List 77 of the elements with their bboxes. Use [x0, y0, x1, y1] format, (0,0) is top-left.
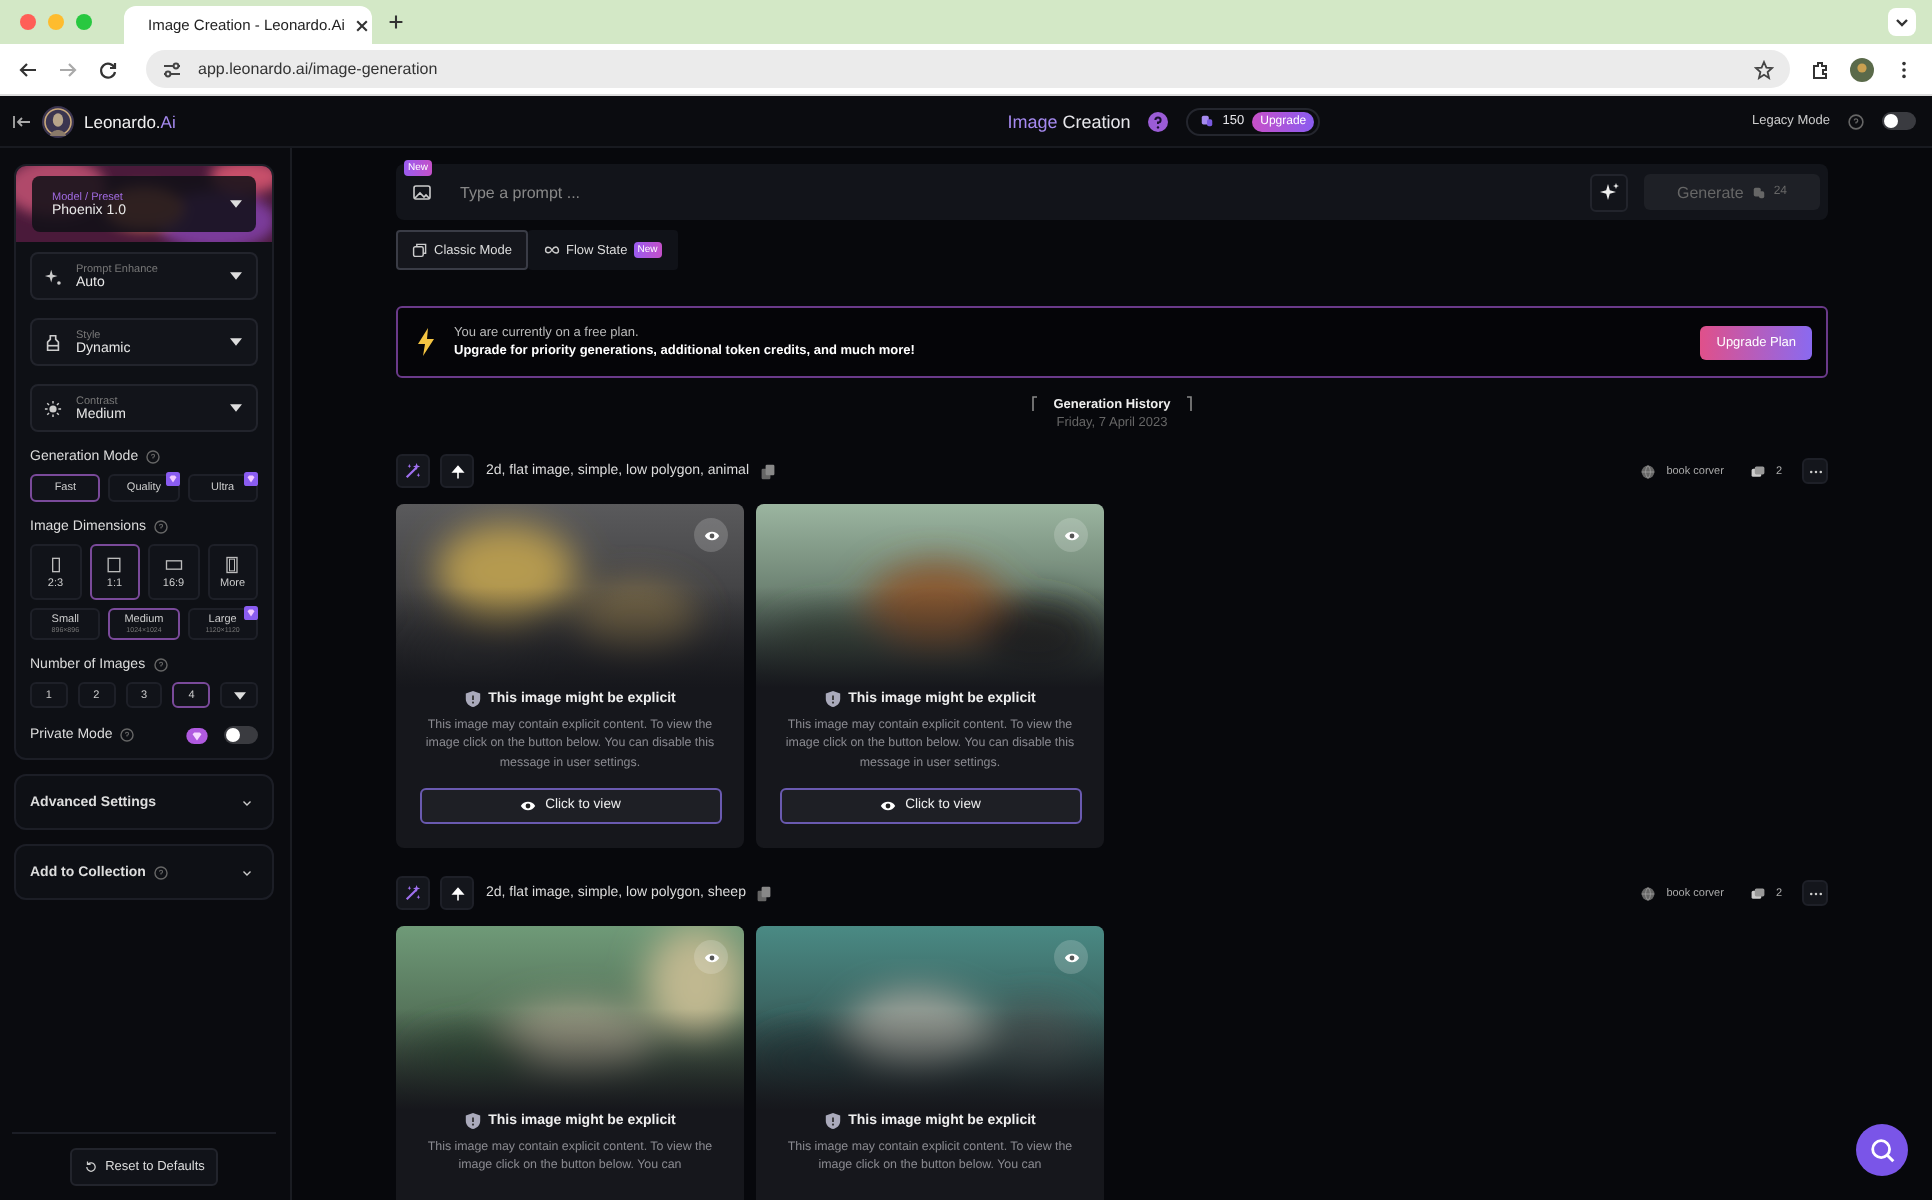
caret-icon [230, 404, 242, 412]
private-mode-toggle[interactable] [224, 726, 258, 744]
arrow-up-icon [449, 463, 465, 479]
reload-icon[interactable] [98, 59, 118, 79]
bracket-icon [1029, 396, 1038, 412]
eye-icon [703, 949, 719, 965]
sun-icon [44, 399, 62, 417]
help-icon[interactable] [1848, 113, 1864, 129]
help-icon[interactable] [153, 865, 168, 879]
layers-icon [412, 242, 428, 258]
view-image-button[interactable] [1054, 940, 1088, 974]
eye-icon [703, 527, 719, 543]
upscale-button[interactable] [440, 454, 474, 488]
legacy-mode-toggle[interactable] [1882, 112, 1916, 130]
more-counts-button[interactable] [220, 682, 258, 708]
prompt-enhance-button[interactable] [1590, 173, 1628, 211]
profile-avatar[interactable] [1850, 57, 1874, 81]
frame-icon [104, 555, 125, 573]
copy-icon[interactable] [755, 885, 772, 901]
copy-icon[interactable] [759, 463, 776, 479]
sparkle-icon [44, 267, 62, 285]
eye-icon [879, 797, 896, 814]
search-icon [1867, 1135, 1897, 1165]
remix-button[interactable] [396, 454, 430, 488]
search-button[interactable] [1856, 1124, 1908, 1176]
caret-icon [230, 200, 242, 208]
frame-icon [163, 555, 184, 573]
shield-icon [824, 690, 843, 708]
brand-name: Leonardo.Ai [84, 111, 176, 131]
eye-icon [519, 797, 536, 814]
help-icon[interactable] [146, 450, 161, 464]
caret-icon [230, 272, 242, 280]
help-icon[interactable] [153, 520, 168, 534]
infinity-icon [544, 242, 561, 258]
frame-icon [222, 555, 243, 573]
help-icon[interactable] [120, 728, 135, 742]
shield-icon [824, 1112, 843, 1130]
address-bar[interactable]: app.leonardo.ai/image-generation [146, 50, 1790, 88]
lightning-icon [416, 328, 436, 356]
magic-wand-icon [404, 462, 422, 480]
token-icon [1200, 114, 1215, 128]
tab-list-button[interactable] [1888, 8, 1916, 36]
back-icon[interactable] [18, 59, 38, 79]
help-icon[interactable] [153, 658, 168, 672]
shield-icon [464, 1112, 483, 1130]
shield-icon [464, 690, 483, 708]
globe-icon [1640, 463, 1657, 479]
eye-icon [1063, 527, 1079, 543]
caret-icon [230, 338, 242, 346]
arrow-up-icon [449, 885, 465, 901]
remix-button[interactable] [396, 876, 430, 910]
magic-wand-icon [404, 884, 422, 902]
site-settings-icon[interactable] [162, 59, 182, 79]
eye-icon [1063, 949, 1079, 965]
view-image-button[interactable] [694, 518, 728, 552]
more-options-button[interactable] [1802, 880, 1828, 906]
upscale-button[interactable] [440, 876, 474, 910]
new-tab-icon[interactable] [388, 14, 404, 30]
collapse-sidebar-icon[interactable] [12, 111, 32, 131]
images-icon [1749, 885, 1766, 901]
bottle-icon [44, 333, 62, 351]
image-icon [412, 182, 432, 202]
page-title: Image Creation [1007, 111, 1131, 131]
globe-icon [1640, 885, 1657, 901]
more-options-button[interactable] [1802, 458, 1828, 484]
images-icon [1749, 463, 1766, 479]
caret-icon [233, 691, 246, 699]
extensions-icon[interactable] [1810, 59, 1830, 79]
close-icon[interactable] [354, 17, 371, 33]
premium-icon [186, 727, 208, 743]
logo-icon [42, 105, 74, 137]
sparkle-icon [1599, 182, 1619, 202]
reset-icon [83, 1160, 98, 1174]
bracket-icon [1186, 396, 1195, 412]
help-icon[interactable] [1148, 111, 1169, 131]
token-icon [1751, 185, 1766, 199]
bookmark-star-icon[interactable] [1754, 59, 1774, 79]
